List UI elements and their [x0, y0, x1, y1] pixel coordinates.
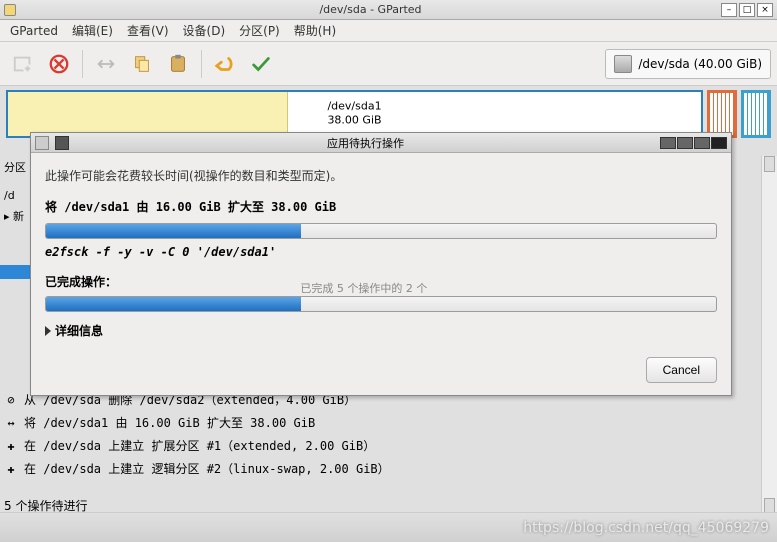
bottom-panel: [0, 512, 777, 542]
dialog-window-boxes: [660, 137, 727, 149]
maximize-button[interactable]: □: [739, 3, 755, 17]
menubar: GParted 编辑(E) 查看(V) 设备(D) 分区(P) 帮助(H): [0, 20, 777, 42]
disk-icon: [614, 55, 632, 73]
new-mini-icon: ✚: [4, 440, 18, 452]
pending-operations: ⊘从 /dev/sda 删除 /dev/sda2（extended，4.00 G…: [2, 388, 775, 480]
cancel-button[interactable]: Cancel: [646, 357, 717, 383]
dialog-warning: 此操作可能会花费较长时间(视操作的数目和类型而定)。: [45, 167, 717, 184]
disk-map: /dev/sda1 38.00 GiB: [6, 90, 771, 138]
new-mini-icon: ✚: [4, 463, 18, 475]
app-icon: [4, 4, 16, 16]
paste-icon[interactable]: [161, 47, 195, 81]
partition-used: [8, 92, 288, 136]
dialog-icon2: [55, 136, 69, 150]
partition-swap[interactable]: [741, 90, 771, 138]
toolbar: /dev/sda (40.00 GiB): [0, 42, 777, 86]
menu-partition[interactable]: 分区(P): [233, 20, 286, 41]
details-expander[interactable]: 详细信息: [45, 322, 717, 339]
chevron-right-icon: [45, 326, 51, 336]
delete-mini-icon: ⊘: [4, 394, 18, 406]
undo-icon[interactable]: [208, 47, 242, 81]
copy-icon[interactable]: [125, 47, 159, 81]
menu-gparted[interactable]: GParted: [4, 22, 64, 40]
operation-progress: [45, 223, 717, 239]
menu-view[interactable]: 查看(V): [121, 20, 175, 41]
partition-extended[interactable]: [707, 90, 737, 138]
op-row[interactable]: ✚在 /dev/sda 上建立 逻辑分区 #2（linux-swap, 2.00…: [2, 457, 775, 480]
window-buttons: – □ ×: [721, 3, 773, 17]
close-button[interactable]: ×: [757, 3, 773, 17]
menu-edit[interactable]: 编辑(E): [66, 20, 119, 41]
menu-help[interactable]: 帮助(H): [288, 20, 342, 41]
menu-device[interactable]: 设备(D): [177, 20, 232, 41]
delete-icon[interactable]: [42, 47, 76, 81]
toolbar-sep2: [201, 50, 202, 78]
dialog-title: 应用待执行操作: [71, 135, 660, 151]
dialog-titlebar[interactable]: 应用待执行操作: [31, 133, 731, 153]
apply-icon[interactable]: [244, 47, 278, 81]
window-title: /dev/sda - GParted: [20, 3, 721, 16]
dialog-icon: [35, 136, 49, 150]
resize-mini-icon: ↔: [4, 417, 18, 429]
overall-progress: [45, 296, 717, 312]
device-label: /dev/sda (40.00 GiB): [638, 57, 762, 71]
partition-sda1[interactable]: /dev/sda1 38.00 GiB: [6, 90, 703, 138]
new-icon[interactable]: [6, 47, 40, 81]
titlebar: /dev/sda - GParted – □ ×: [0, 0, 777, 20]
partition-label: /dev/sda1 38.00 GiB: [327, 100, 381, 129]
resize-icon[interactable]: [89, 47, 123, 81]
overall-progress-label: 已完成 5 个操作中的 2 个: [300, 280, 427, 296]
toolbar-sep: [82, 50, 83, 78]
current-operation: 将 /dev/sda1 由 16.00 GiB 扩大至 38.00 GiB: [45, 198, 717, 215]
op-row[interactable]: ✚在 /dev/sda 上建立 扩展分区 #1（extended, 2.00 G…: [2, 434, 775, 457]
apply-operations-dialog: 应用待执行操作 此操作可能会花费较长时间(视操作的数目和类型而定)。 将 /de…: [30, 132, 732, 396]
device-select[interactable]: /dev/sda (40.00 GiB): [605, 49, 771, 79]
op-row[interactable]: ↔将 /dev/sda1 由 16.00 GiB 扩大至 38.00 GiB: [2, 411, 775, 434]
minimize-button[interactable]: –: [721, 3, 737, 17]
command-text: e2fsck -f -y -v -C 0 '/dev/sda1': [45, 245, 717, 259]
